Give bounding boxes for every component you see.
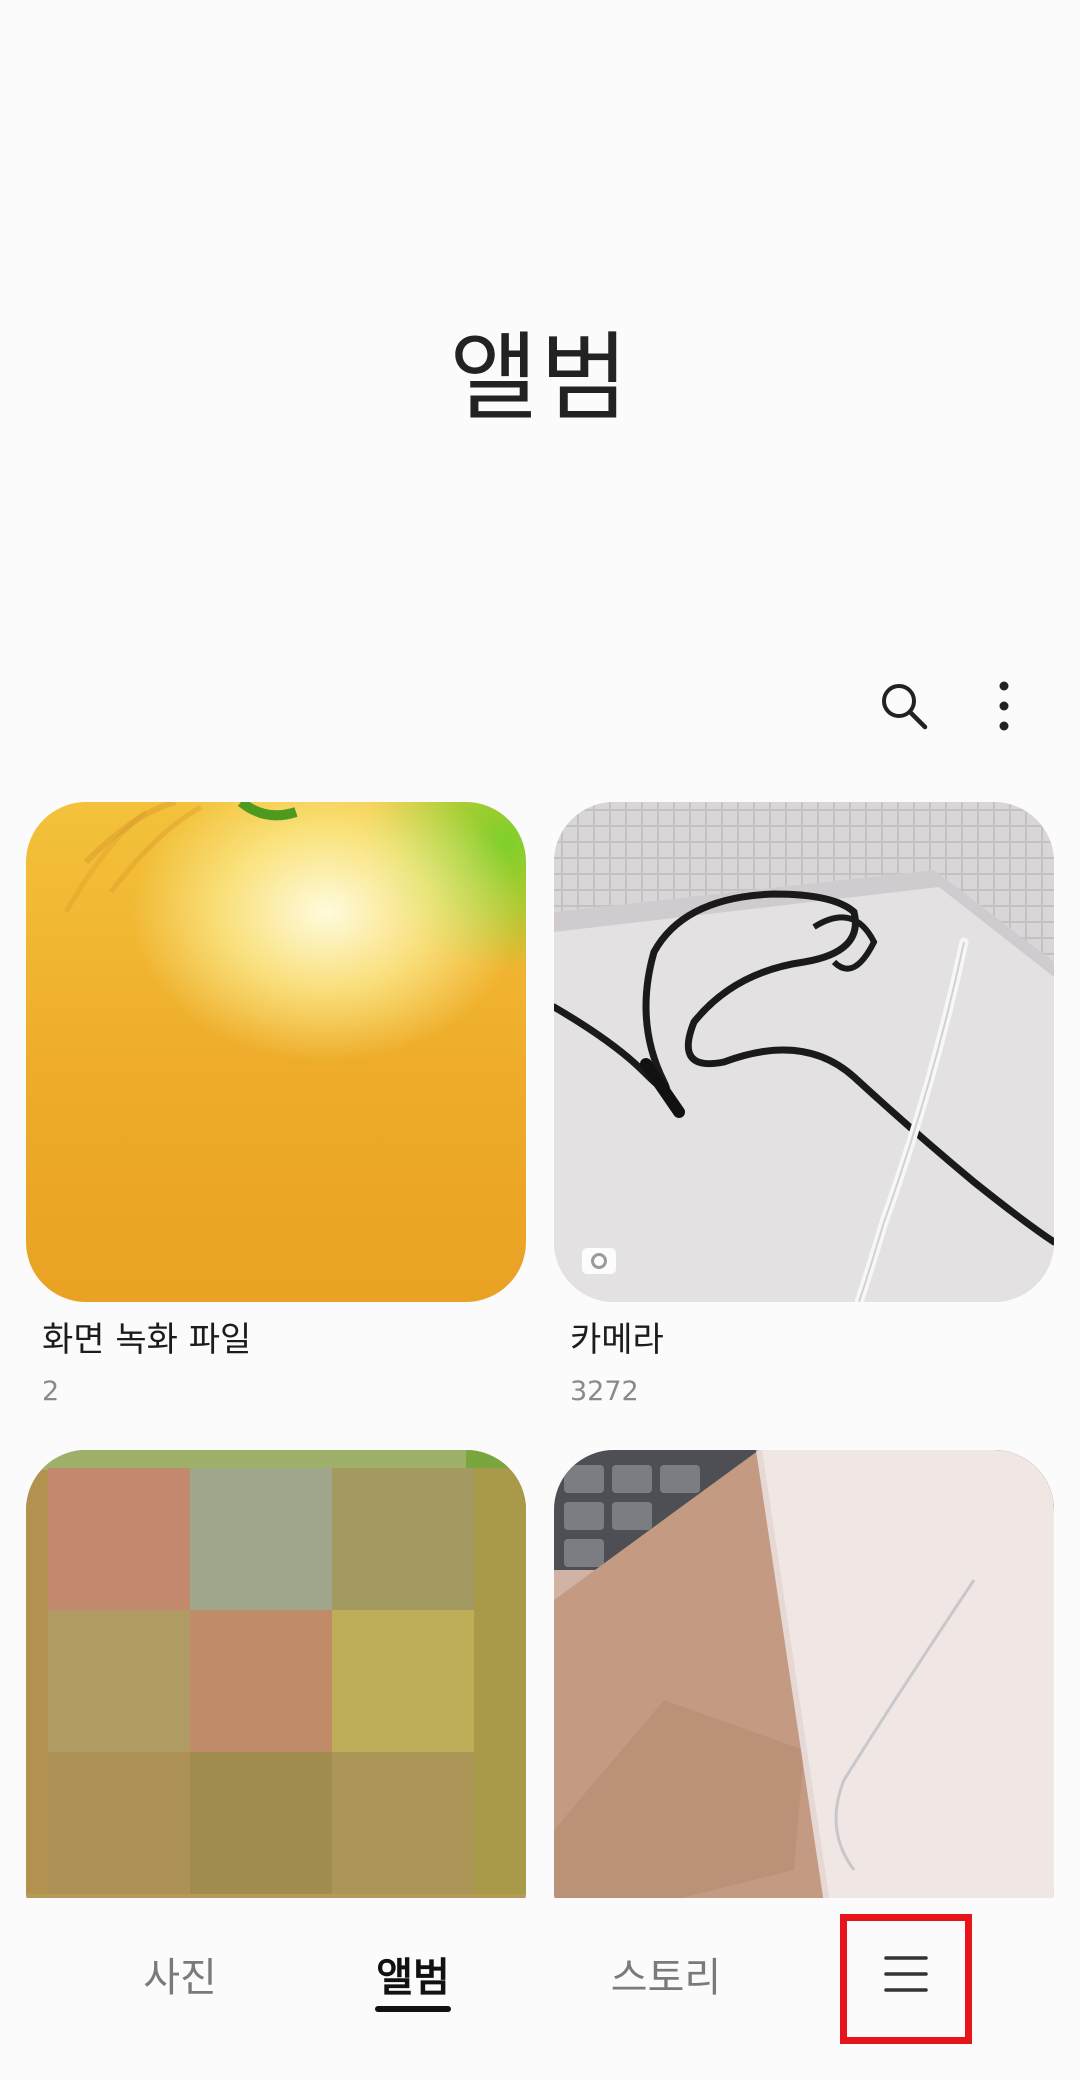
- mosaic-art: [26, 1450, 526, 1950]
- search-icon: [882, 684, 928, 730]
- mask-photo-art: [554, 1450, 1054, 1950]
- album-thumbnail: [26, 802, 526, 1302]
- album-thumbnail: [554, 802, 1054, 1302]
- menu-highlight-box: [840, 1914, 972, 2044]
- album-name: 카메라: [570, 1320, 664, 1360]
- album-count: 2: [42, 1376, 60, 1407]
- album-card-3[interactable]: [26, 1450, 526, 1950]
- gallery-albums-screen: 앨범 화면 녹화 파일 2 카메라 3272 사진 앨범 스토리: [0, 0, 1080, 2080]
- wallpaper-art: [63, 802, 298, 914]
- album-name: 화면 녹화 파일: [42, 1320, 252, 1360]
- album-card-4[interactable]: [554, 1450, 1054, 1950]
- more-vertical-icon: [999, 681, 1009, 731]
- page-title: 앨범: [449, 322, 631, 434]
- album-card-screen-recordings[interactable]: 화면 녹화 파일 2: [26, 802, 526, 1407]
- search-button[interactable]: [868, 670, 940, 742]
- tab-label: 스토리: [610, 1955, 722, 2001]
- album-toolbar: [868, 670, 1040, 742]
- tab-label: 사진: [143, 1955, 217, 2001]
- album-card-camera[interactable]: 카메라 3272: [554, 802, 1054, 1407]
- tab-label: 앨범: [376, 1955, 450, 2001]
- tab-albums[interactable]: 앨범: [333, 1898, 493, 2050]
- more-options-button[interactable]: [968, 670, 1040, 742]
- active-tab-indicator: [375, 2006, 451, 2012]
- camera-photo-art: [554, 802, 1054, 1302]
- album-thumbnail: [554, 1450, 1054, 1950]
- album-count: 3272: [570, 1376, 639, 1407]
- tab-stories[interactable]: 스토리: [576, 1898, 756, 2050]
- camera-icon: [582, 1248, 616, 1274]
- tab-photos[interactable]: 사진: [100, 1898, 260, 2050]
- album-thumbnail: [26, 1450, 526, 1950]
